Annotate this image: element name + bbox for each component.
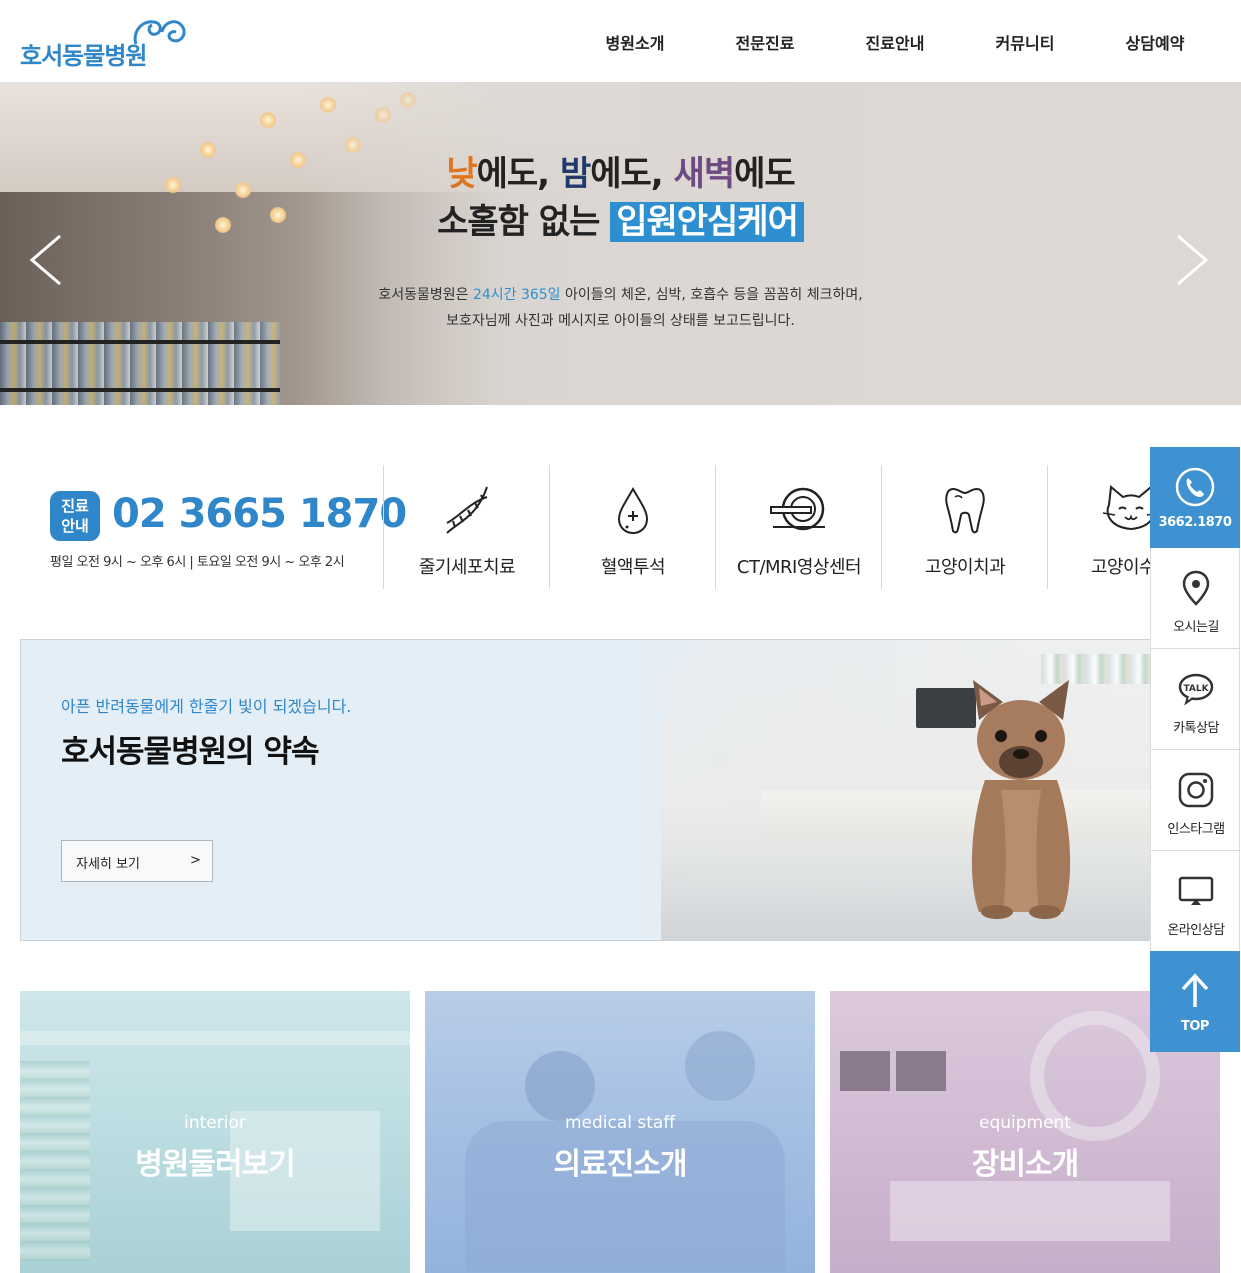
quick-kakao-button[interactable]: TALK 카톡상담 <box>1150 649 1240 750</box>
main-nav: 병원소개 전문진료 진료안내 커뮤니티 상담예약 <box>570 30 1220 56</box>
logo-mark-icon <box>133 20 186 45</box>
info-strip: 진료 안내 02 3665 1870 평일 오전 9시 ~ 오후 6시 | 토요… <box>0 405 1150 640</box>
card-en-label: equipment <box>979 1113 1071 1133</box>
phone-icon <box>1175 467 1215 507</box>
quick-phone-button[interactable]: 3662.1870 <box>1150 447 1240 548</box>
hero-description-1: 호서동물병원은 24시간 365일 아이들의 체온, 심박, 호흡수 등을 꼼꼼… <box>0 284 1241 304</box>
service-label: 고양이수술 <box>1090 557 1150 578</box>
quick-label: 인스타그램 <box>1167 822 1225 837</box>
badge-line: 안내 <box>61 517 89 535</box>
service-dialysis[interactable]: 혈액투석 <box>549 465 715 589</box>
badge-line: 진료 <box>61 497 89 515</box>
service-label: 고양이치과 <box>924 557 1006 578</box>
card-en-label: interior <box>184 1113 246 1133</box>
nav-item-guide[interactable]: 진료안내 <box>830 30 960 56</box>
svg-text:TALK: TALK <box>1183 684 1209 694</box>
hero-text: 에도 <box>734 154 796 194</box>
promise-title: 호서동물병원의 약속 <box>61 734 319 770</box>
nav-item-reservation[interactable]: 상담예약 <box>1090 30 1220 56</box>
service-cat-dental[interactable]: 고양이치과 <box>881 465 1047 589</box>
service-label: CT/MRI영상센터 <box>736 557 862 578</box>
card-interior[interactable]: interior 병원둘러보기 <box>20 991 410 1273</box>
card-photo-table <box>890 1181 1170 1241</box>
hero-text: 에도, <box>590 154 674 194</box>
instagram-icon <box>1178 772 1214 808</box>
quick-label: 카톡상담 <box>1173 721 1219 736</box>
monitor-icon <box>1178 876 1214 905</box>
quick-directions-button[interactable]: 오시는길 <box>1150 548 1240 649</box>
ct-scanner-icon <box>770 487 825 531</box>
scroll-top-label: TOP <box>1181 1019 1209 1034</box>
quick-online-consult-button[interactable]: 온라인상담 <box>1150 851 1240 952</box>
arrow-up-icon <box>1181 973 1209 1007</box>
phone-number[interactable]: 02 3665 1870 <box>112 491 407 537</box>
hero-desc-text: 아이들의 체온, 심박, 호흡수 등을 꼼꼼히 체크하며, <box>560 287 863 303</box>
nav-item-community[interactable]: 커뮤니티 <box>960 30 1090 56</box>
tooth-icon <box>945 487 985 534</box>
hero-photo-shelf <box>0 322 280 405</box>
logo[interactable]: 호서동물병원 <box>20 14 190 70</box>
business-hours: 평일 오전 9시 ~ 오후 6시 | 토요일 오전 9시 ~ 오후 2시 <box>50 555 345 570</box>
site-header: 호서동물병원 병원소개 전문진료 진료안내 커뮤니티 상담예약 <box>0 0 1241 82</box>
lamp-decoration <box>260 112 276 128</box>
card-title: 장비소개 <box>971 1147 1079 1182</box>
hero-word-night: 밤 <box>559 154 591 194</box>
quick-phone-label: 3662.1870 <box>1158 515 1232 530</box>
scroll-top-button[interactable]: TOP <box>1150 951 1240 1052</box>
hero-photo-shelf-rail <box>0 340 280 344</box>
nav-item-specialty[interactable]: 전문진료 <box>700 30 830 56</box>
promise-subtitle: 아픈 반려동물에게 한줄기 빛이 되겠습니다. <box>61 697 352 716</box>
card-photo-figure <box>525 1051 595 1121</box>
hero-desc-highlight: 24시간 365일 <box>472 287 561 303</box>
hero-desc-text: 호서동물병원은 <box>378 287 473 303</box>
hero-description-2: 보호자님께 사진과 메시지로 아이들의 상태를 보고드립니다. <box>446 313 795 329</box>
cat-icon <box>1102 485 1150 531</box>
hero-slider: 낮에도, 밤에도, 새벽에도 소홀함 없는 입원안심케어 호서동물병원은 24시… <box>0 82 1241 405</box>
clinic-info-badge: 진료 안내 <box>50 491 100 541</box>
hero-word-dawn: 새벽 <box>673 154 736 194</box>
hero-headline-2: 소홀함 없는 입원안심케어 <box>0 194 1241 243</box>
service-label: 줄기세포치료 <box>418 557 516 578</box>
chevron-right-icon: > <box>190 853 201 868</box>
card-medical-staff[interactable]: medical staff 의료진소개 <box>425 991 815 1273</box>
view-more-button[interactable]: 자세히 보기 > <box>61 840 213 882</box>
view-more-label: 자세히 보기 <box>76 857 140 872</box>
quick-menu: 3662.1870 오시는길 TALK 카톡상담 인스타그램 온라인상담 TOP <box>1150 447 1240 1052</box>
hero-overlay <box>300 82 1241 405</box>
promise-banner: 아픈 반려동물에게 한줄기 빛이 되겠습니다. 호서동물병원의 약속 자세히 보… <box>20 639 1180 941</box>
kakao-talk-icon: TALK <box>1178 673 1214 706</box>
card-photo-deco <box>20 1031 410 1045</box>
service-cat-surgery[interactable]: 고양이수술 <box>1047 465 1150 589</box>
hero-highlight: 입원안심케어 <box>610 202 804 242</box>
blood-drop-icon <box>617 486 649 535</box>
quick-label: 온라인상담 <box>1167 923 1225 938</box>
card-title: 의료진소개 <box>553 1147 688 1182</box>
card-photo-figure <box>685 1031 755 1101</box>
map-pin-icon <box>1182 570 1210 606</box>
quick-instagram-button[interactable]: 인스타그램 <box>1150 750 1240 851</box>
nav-item-about[interactable]: 병원소개 <box>570 30 700 56</box>
hero-word-day: 낮 <box>446 154 477 194</box>
french-bulldog-image <box>971 680 1071 919</box>
card-en-label: medical staff <box>564 1113 676 1133</box>
service-stem-cell[interactable]: 줄기세포치료 <box>383 465 549 589</box>
card-photo-monitor <box>840 1051 890 1091</box>
hero-headline-1: 낮에도, 밤에도, 새벽에도 <box>0 146 1241 195</box>
hero-photo-shelf-rail <box>0 388 280 392</box>
promise-photo-table <box>661 845 1179 940</box>
service-ct-mri[interactable]: CT/MRI영상센터 <box>715 465 881 589</box>
dna-icon <box>446 486 488 534</box>
card-title: 병원둘러보기 <box>135 1147 296 1182</box>
hero-text: 에도, <box>476 154 560 194</box>
card-photo-monitor <box>896 1051 946 1091</box>
hero-text: 소홀함 없는 <box>437 202 611 242</box>
service-label: 혈액투석 <box>600 557 666 578</box>
quick-label: 오시는길 <box>1173 620 1219 635</box>
